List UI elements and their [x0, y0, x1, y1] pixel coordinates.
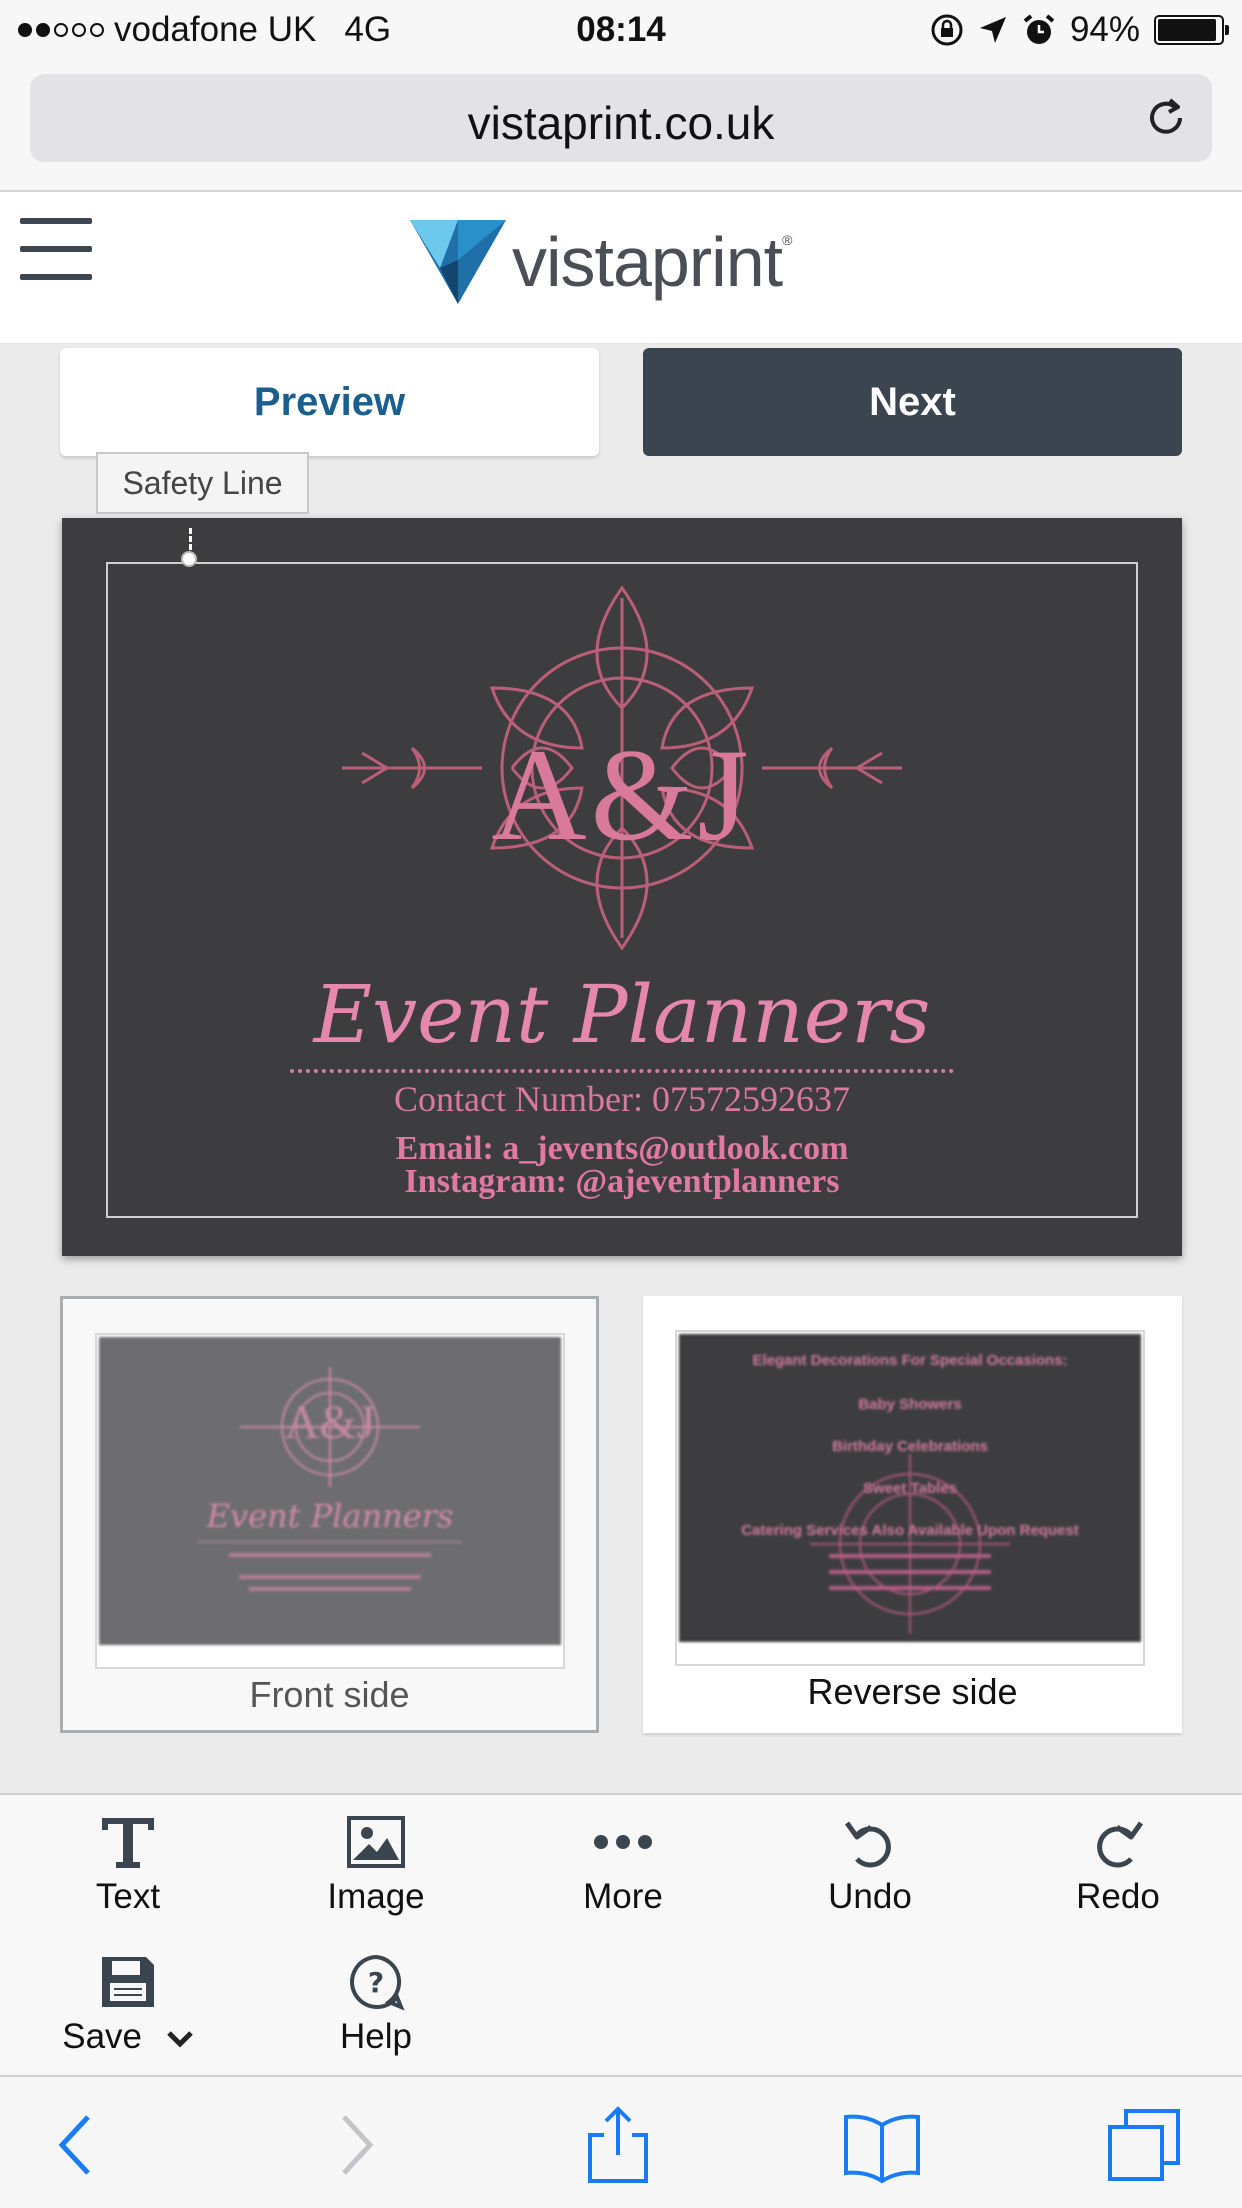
reload-icon[interactable]: [1142, 94, 1190, 142]
undo-button[interactable]: Undo: [770, 1795, 970, 1917]
share-icon[interactable]: [578, 2105, 658, 2185]
logo-mark-icon: [410, 220, 506, 304]
bookmarks-icon[interactable]: [842, 2105, 922, 2185]
image-icon: [347, 1816, 405, 1868]
battery-percent: 94%: [1069, 10, 1140, 49]
tabs-icon[interactable]: [1104, 2105, 1184, 2185]
front-side-tab[interactable]: A&J Event Planners Front side: [60, 1296, 599, 1733]
location-icon: [979, 17, 1006, 43]
thumb-text-line: [249, 1587, 411, 1591]
reverse-line: Baby Showers: [858, 1396, 962, 1413]
undo-icon: [844, 1821, 891, 1868]
thumb-text-line: [239, 1575, 421, 1579]
reverse-line: Birthday Celebrations: [832, 1438, 988, 1455]
thumb-title: Event Planners: [206, 1497, 454, 1535]
reverse-line: Catering Services Also Available Upon Re…: [741, 1522, 1079, 1539]
image-tool-label: Image: [327, 1877, 425, 1916]
svg-text:?: ?: [368, 1966, 384, 1999]
next-button[interactable]: Next: [643, 348, 1182, 456]
text-tool-button[interactable]: Text: [28, 1795, 228, 1917]
reverse-thumbnail: Elegant Decorations For Special Occasion…: [679, 1334, 1141, 1642]
thumb-text-line: [229, 1553, 431, 1557]
dotted-divider: [290, 1069, 954, 1073]
front-side-label: Front side: [249, 1674, 410, 1715]
thumb-monogram: A&J: [284, 1396, 376, 1449]
editor-toolbar: Text Image More Undo Redo Save ? Help: [0, 1793, 1242, 2075]
help-button[interactable]: ? Help: [276, 1935, 476, 2057]
image-tool-button[interactable]: Image: [276, 1795, 476, 1917]
contact-text[interactable]: Contact Number: 07572592637: [62, 1078, 1182, 1120]
address-bar[interactable]: vistaprint.co.uk: [30, 74, 1212, 162]
site-header: vistaprint ®: [0, 192, 1242, 344]
reverse-side-label: Reverse side: [807, 1671, 1018, 1712]
help-label: Help: [340, 2017, 412, 2056]
more-tool-button[interactable]: More: [523, 1795, 723, 1917]
reverse-line: Sweet Tables: [863, 1480, 957, 1497]
monogram-text[interactable]: A&J: [62, 718, 1182, 871]
thumb-divider: [199, 1541, 461, 1543]
reverse-thumbnail-frame: Elegant Decorations For Special Occasion…: [675, 1330, 1145, 1666]
save-icon: [102, 1957, 154, 2007]
design-canvas[interactable]: A&J Event Planners Contact Number: 07572…: [62, 518, 1182, 1256]
safety-line-label: Safety Line: [96, 452, 309, 514]
preview-button[interactable]: Preview: [60, 348, 599, 456]
reverse-side-tab[interactable]: Elegant Decorations For Special Occasion…: [643, 1296, 1182, 1733]
brand-name: vistaprint: [512, 223, 783, 301]
undo-label: Undo: [828, 1877, 912, 1916]
menu-icon[interactable]: [20, 218, 92, 280]
safari-toolbar: [0, 2075, 1242, 2208]
chevron-down-icon[interactable]: [166, 2030, 194, 2048]
reverse-line: Elegant Decorations For Special Occasion…: [752, 1352, 1068, 1369]
save-label: Save: [28, 2017, 228, 2057]
instagram-text[interactable]: Instagram: @ajeventplanners: [62, 1163, 1182, 1201]
thumb-text-line: [829, 1554, 991, 1558]
front-thumbnail-frame: A&J Event Planners: [95, 1333, 565, 1669]
registered-mark: ®: [782, 232, 793, 248]
redo-icon: [1097, 1821, 1144, 1868]
browser-toolbar: vistaprint.co.uk: [0, 62, 1242, 192]
rotation-lock-icon: [931, 14, 963, 46]
save-text: Save: [62, 2017, 143, 2056]
thumb-text-line: [829, 1586, 991, 1590]
alarm-icon: [1023, 14, 1055, 44]
save-button[interactable]: Save: [28, 1935, 228, 2057]
help-icon: ?: [350, 1954, 405, 2011]
redo-button[interactable]: Redo: [1018, 1795, 1218, 1917]
front-thumbnail: A&J Event Planners: [99, 1337, 561, 1645]
safety-line-pin: [181, 551, 197, 567]
back-icon[interactable]: [38, 2105, 118, 2185]
more-tool-label: More: [583, 1877, 663, 1916]
text-icon: [102, 1818, 154, 1868]
title-text[interactable]: Event Planners: [62, 968, 1182, 1061]
battery-icon: [1154, 15, 1229, 45]
vistaprint-logo[interactable]: vistaprint ®: [410, 220, 792, 304]
url-text[interactable]: vistaprint.co.uk: [30, 96, 1212, 150]
status-right: 94%: [930, 10, 1229, 50]
more-icon: [594, 1835, 652, 1849]
thumb-text-line: [829, 1570, 991, 1574]
redo-label: Redo: [1076, 1877, 1160, 1916]
forward-icon[interactable]: [314, 2105, 394, 2185]
text-tool-label: Text: [95, 1877, 161, 1916]
status-bar: vodafone UK 4G 08:14 94%: [0, 0, 1242, 62]
